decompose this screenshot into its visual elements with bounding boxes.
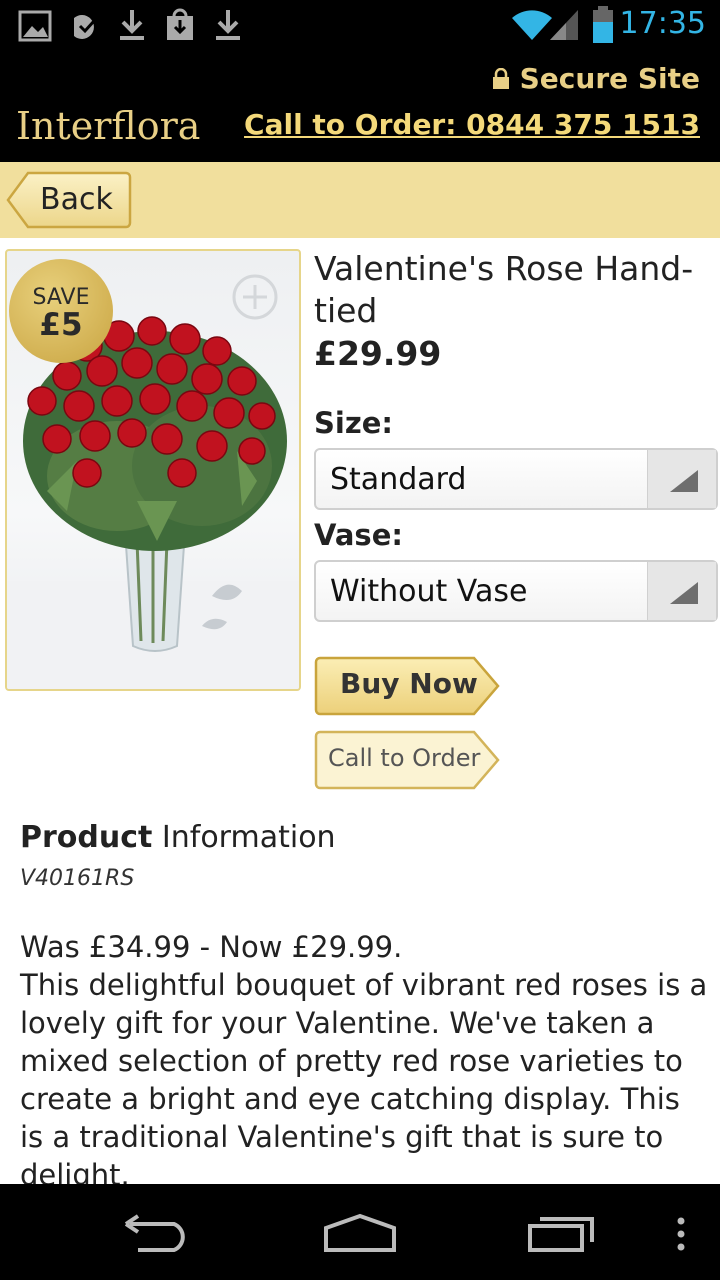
secure-site-label: Secure Site [519,62,700,95]
vase-select-value: Without Vase [330,574,528,609]
home-icon[interactable] [322,1212,398,1254]
dropdown-arrow-icon [647,562,716,620]
battery-icon [593,6,613,43]
dropdown-arrow-icon [647,450,716,508]
product-description: Was £34.99 - Now £29.99. This delightful… [20,928,710,1184]
zoom-icon[interactable] [232,274,278,320]
menu-icon[interactable] [674,1216,688,1252]
signal-icon [550,10,578,40]
save-badge: SAVE £5 [9,259,113,363]
back-icon[interactable] [124,1214,196,1254]
buy-now-button[interactable]: Buy Now [314,656,500,716]
product-information-heading: Product Information [20,820,336,855]
back-button[interactable]: Back [6,170,132,230]
product-sku: V40161RS [20,866,135,891]
sync-icon [74,15,96,40]
product-information-heading-bold: Product [20,820,153,855]
recents-icon[interactable] [526,1214,598,1254]
secure-site-indicator: Secure Site [492,62,700,95]
product-image[interactable]: SAVE £5 [5,249,301,691]
size-label: Size: [314,406,393,440]
product-page: SAVE £5 Valentine's Rose Hand-tied £29.9… [0,238,720,1184]
description-text: This delightful bouquet of vibrant red r… [20,968,708,1184]
size-select-value: Standard [330,462,467,497]
product-title: Valentine's Rose Hand-tied [314,249,694,330]
back-bar: Back [0,162,720,238]
call-to-order-link[interactable]: Call to Order: 0844 375 1513 [244,108,700,141]
store-download-icon [167,8,193,40]
save-badge-line2: £5 [39,307,83,343]
product-information-heading-rest: Information [161,820,336,855]
interflora-logo[interactable]: Interflora [16,104,200,148]
size-select[interactable]: Standard [314,448,718,510]
price-comparison: Was £34.99 - Now £29.99. [20,930,403,964]
call-to-order-button[interactable]: Call to Order [314,730,500,790]
gallery-icon [18,10,52,42]
call-to-order-label: Call to Order [328,744,481,772]
buy-now-label: Buy Now [340,667,478,700]
system-nav-bar [0,1184,720,1280]
clock: 17:35 [619,6,706,41]
product-price: £29.99 [314,334,442,373]
vase-select[interactable]: Without Vase [314,560,718,622]
vase-label: Vase: [314,518,403,552]
download-icon [216,10,240,40]
lock-icon [492,67,509,89]
site-header: Secure Site Interflora Call to Order: 08… [0,50,720,162]
back-button-label: Back [40,182,113,217]
download-icon [120,10,144,40]
status-bar: 17:35 [0,0,720,50]
